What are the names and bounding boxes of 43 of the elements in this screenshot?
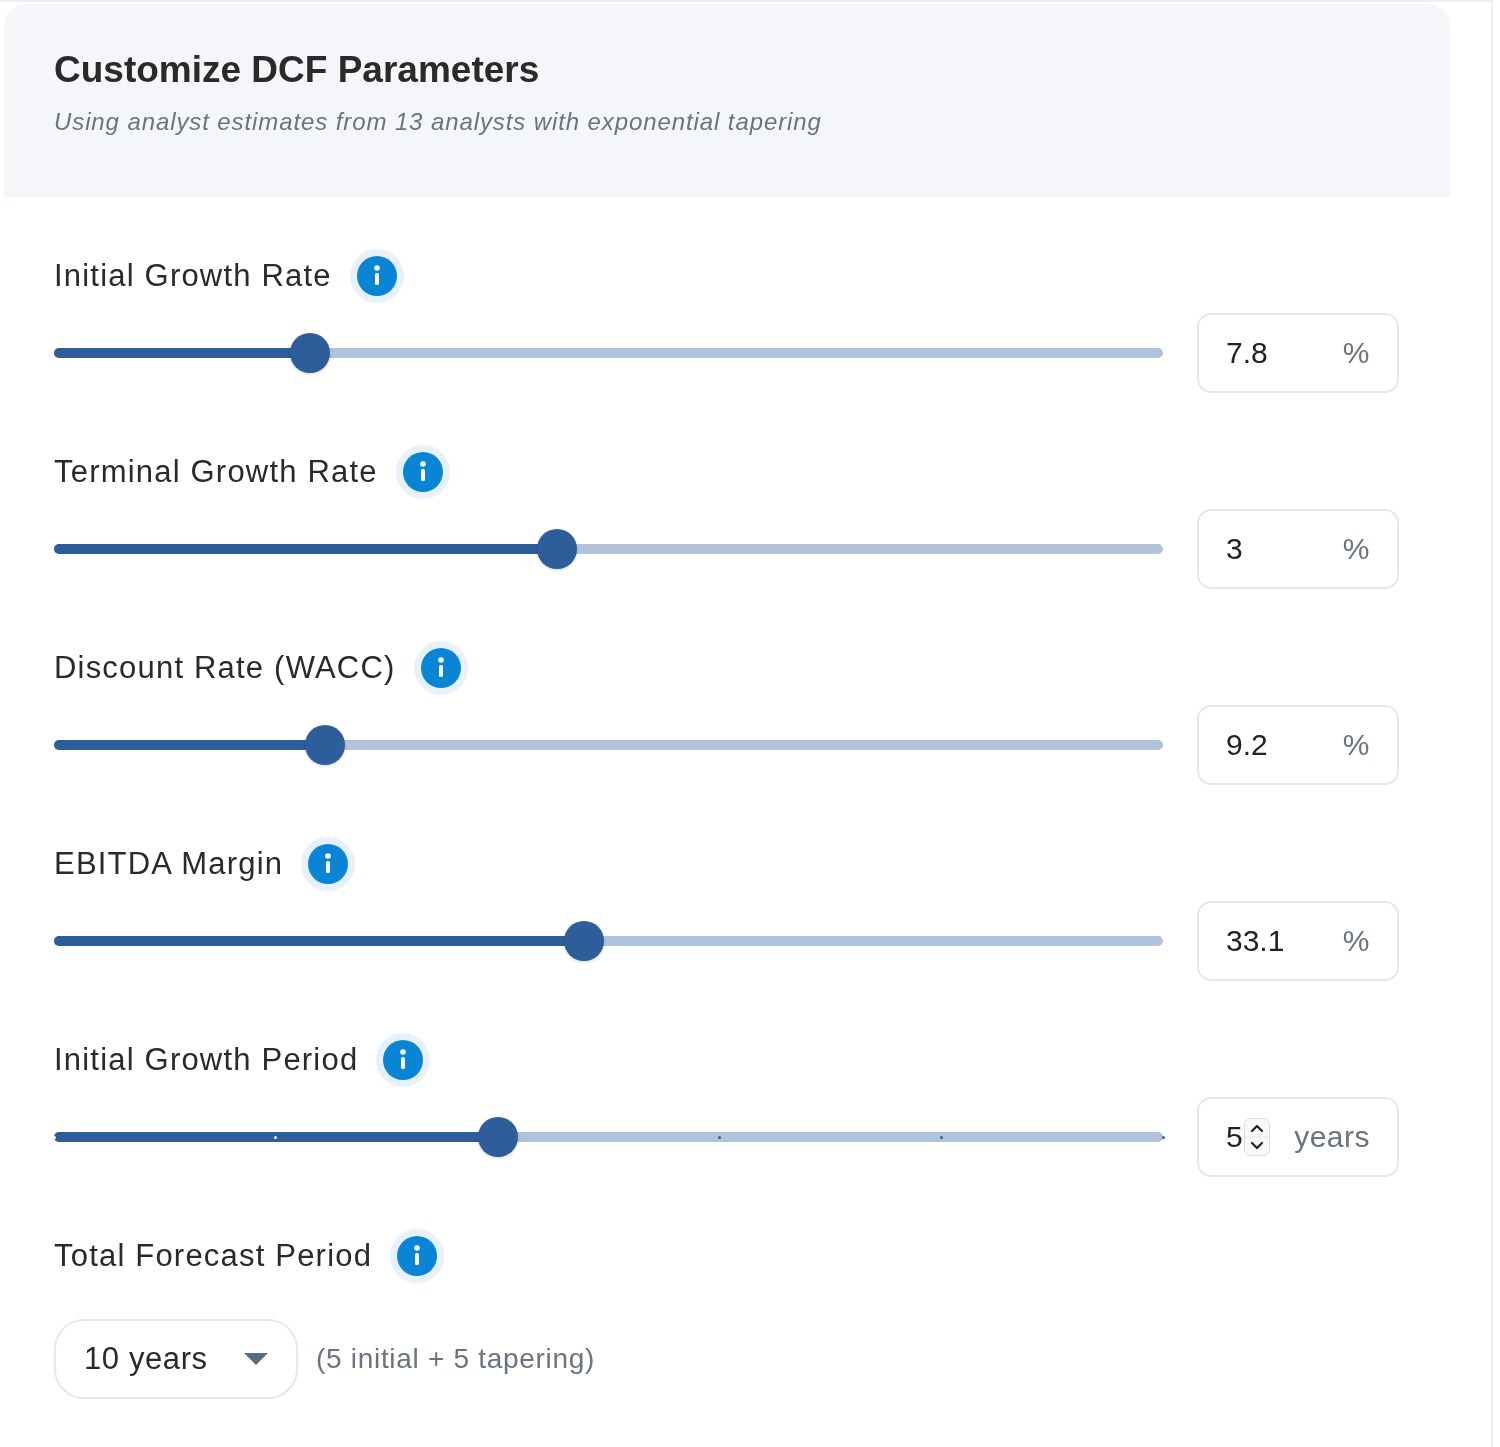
parameter-label: Initial Growth Period <box>54 1042 359 1078</box>
field-value: 7.8 <box>1226 335 1268 371</box>
info-icon[interactable] <box>376 1033 431 1087</box>
unit-label: years <box>1294 1119 1370 1155</box>
unit-label: % <box>1342 531 1370 567</box>
field-value: 5 <box>1226 1119 1243 1155</box>
period-note: (5 initial + 5 tapering) <box>316 1342 596 1376</box>
info-icon[interactable] <box>301 837 356 891</box>
unit-label: % <box>1342 727 1370 763</box>
info-icon[interactable] <box>390 1229 445 1283</box>
slider-thumb[interactable] <box>290 333 331 373</box>
slider-track[interactable] <box>54 725 1163 765</box>
slider-track[interactable] <box>54 921 1163 961</box>
number-field[interactable]: 3 % <box>1197 509 1399 589</box>
panel-title: Customize DCF Parameters <box>54 48 541 92</box>
spinner-icon[interactable] <box>1243 1118 1270 1156</box>
parameter-label: Total Forecast Period <box>54 1238 373 1274</box>
panel-subtitle: Using analyst estimates from 13 analysts with exponential tapering <box>54 108 823 136</box>
slider-track[interactable] <box>54 1117 1163 1157</box>
unit-label: % <box>1342 923 1370 959</box>
caret-icon <box>244 1353 268 1365</box>
slider-thumb[interactable] <box>537 529 578 569</box>
field-value: 3 <box>1226 531 1243 567</box>
field-value: 9.2 <box>1226 727 1268 763</box>
slider-track[interactable] <box>54 529 1163 569</box>
parameter-label: Discount Rate (WACC) <box>54 650 396 686</box>
field-value: 33.1 <box>1226 923 1285 959</box>
info-icon[interactable] <box>349 249 404 303</box>
period-dropdown[interactable]: 10 years <box>54 1319 298 1399</box>
slider-thumb[interactable] <box>564 921 605 961</box>
number-field[interactable]: 33.1 % <box>1197 901 1399 981</box>
parameter-label: Terminal Growth Rate <box>54 454 378 490</box>
slider-thumb[interactable] <box>304 725 345 765</box>
slider-track[interactable] <box>54 333 1163 373</box>
info-icon[interactable] <box>395 445 450 499</box>
number-field[interactable]: 7.8 % <box>1197 313 1399 393</box>
number-field[interactable]: 5 years <box>1197 1097 1399 1177</box>
parameter-label: Initial Growth Rate <box>54 258 332 294</box>
number-field[interactable]: 9.2 % <box>1197 705 1399 785</box>
unit-label: % <box>1342 335 1370 371</box>
parameter-label: EBITDA Margin <box>54 846 284 882</box>
slider-thumb[interactable] <box>477 1117 518 1157</box>
info-icon[interactable] <box>413 641 468 695</box>
